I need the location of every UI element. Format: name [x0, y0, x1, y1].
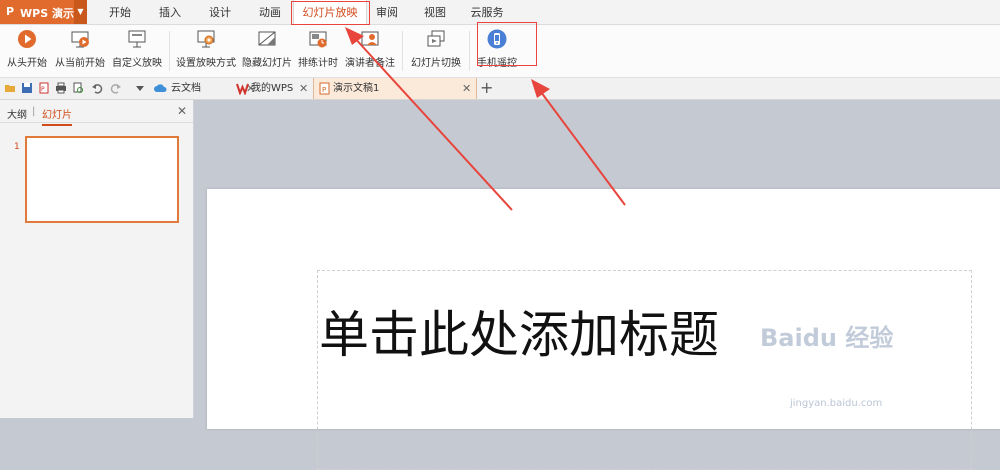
tab-home[interactable]: 开始: [97, 0, 143, 24]
slide-number: 1: [14, 142, 20, 152]
doc-tab-presentation[interactable]: P 演示文稿1 ✕: [313, 78, 477, 99]
wps-logo-icon: [236, 83, 249, 95]
slide-thumbnail[interactable]: [25, 136, 179, 223]
menu-bar: P WPS 演示 ▼ 开始 插入 设计 动画 幻灯片放映 审阅 视图 云服务: [0, 0, 1000, 25]
tab-cloud-service[interactable]: 云服务: [462, 0, 512, 24]
ribbon-label: 自定义放映: [112, 58, 162, 69]
slide-title[interactable]: 单击此处添加标题: [319, 295, 739, 367]
chevron-down-icon[interactable]: ▼: [74, 0, 87, 24]
print-preview-icon[interactable]: [72, 82, 84, 94]
setup-show-button[interactable]: 设置放映方式: [174, 25, 238, 75]
quick-access-bar: P 云文档 ✕ 我的WPS ✕ P 演示文稿1 ✕ +: [0, 78, 1000, 100]
ribbon-divider: [469, 31, 470, 71]
ribbon-divider: [169, 31, 170, 71]
slide-panel: 大纲 | 幻灯片 ✕ 1: [0, 100, 194, 418]
tab-review[interactable]: 审阅: [365, 0, 409, 24]
hide-slide-icon: [258, 31, 276, 46]
tab-animation[interactable]: 动画: [247, 0, 293, 24]
rehearse-timing-button[interactable]: 排练计时: [296, 25, 340, 75]
ribbon-label: 设置放映方式: [176, 58, 236, 69]
ribbon-label: 演讲者备注: [345, 58, 395, 69]
phone-remote-button[interactable]: 手机遥控: [474, 25, 520, 75]
save-icon[interactable]: [21, 82, 33, 94]
open-folder-icon[interactable]: [4, 82, 16, 94]
print-icon[interactable]: [55, 82, 67, 94]
tab-design[interactable]: 设计: [197, 0, 243, 24]
app-menu-button[interactable]: P WPS 演示 ▼: [0, 0, 87, 24]
ribbon-label: 手机遥控: [477, 58, 517, 69]
speaker-notes-button[interactable]: 演讲者备注: [343, 25, 397, 75]
close-icon[interactable]: ✕: [299, 78, 308, 99]
custom-show-icon: [128, 30, 146, 48]
doc-tab-my-wps[interactable]: 我的WPS ✕: [232, 78, 312, 99]
doc-tab-label: 演示文稿1: [333, 83, 380, 94]
tab-view[interactable]: 视图: [412, 0, 458, 24]
presentation-file-icon: P: [319, 82, 330, 95]
svg-text:P: P: [41, 86, 45, 93]
phone-remote-icon: [487, 29, 507, 49]
baidu-watermark: Baidu 经验: [760, 324, 894, 352]
ribbon-label: 从当前开始: [55, 58, 105, 69]
slide-transition-button[interactable]: 幻灯片切换: [408, 25, 464, 75]
doc-tab-label: 我的WPS: [251, 83, 294, 94]
rehearse-timing-icon: [309, 31, 327, 48]
tab-slides[interactable]: 幻灯片: [42, 106, 72, 126]
redo-icon[interactable]: [110, 82, 122, 94]
tab-outline[interactable]: 大纲: [7, 106, 27, 121]
tab-slideshow[interactable]: 幻灯片放映: [293, 0, 367, 25]
doc-tab-label: 云文档: [171, 83, 201, 94]
ribbon-toolbar: 从头开始 从当前开始 自定义放映 设置放映方式 隐藏幻灯片 排练计时 演讲者备注…: [0, 25, 1000, 78]
customize-dropdown-icon[interactable]: [134, 82, 146, 94]
slide-page[interactable]: 单击此处添加标题: [207, 189, 1000, 470]
hide-slide-button[interactable]: 隐藏幻灯片: [240, 25, 294, 75]
slide-canvas: 单击此处添加标题: [194, 100, 1000, 470]
wps-logo-icon: P: [6, 5, 15, 18]
slide-panel-header: 大纲 | 幻灯片 ✕: [0, 100, 193, 126]
play-current-icon: [71, 31, 89, 48]
ribbon-divider: [402, 31, 403, 71]
ribbon-label: 排练计时: [298, 58, 338, 69]
undo-icon[interactable]: [91, 82, 103, 94]
slide-transition-icon: [427, 30, 445, 47]
setup-show-icon: [197, 30, 215, 48]
ribbon-label: 从头开始: [7, 58, 47, 69]
new-tab-plus-icon[interactable]: +: [480, 78, 493, 97]
ribbon-label: 隐藏幻灯片: [242, 58, 292, 69]
svg-text:P: P: [322, 86, 326, 94]
close-icon[interactable]: ✕: [177, 104, 187, 118]
tab-insert[interactable]: 插入: [148, 0, 192, 24]
ribbon-label: 幻灯片切换: [411, 58, 461, 69]
app-name: WPS 演示: [20, 7, 74, 20]
start-from-beginning-button[interactable]: 从头开始: [4, 25, 50, 75]
export-pdf-icon[interactable]: P: [38, 82, 50, 94]
baidu-watermark-url: jingyan.baidu.com: [790, 398, 883, 409]
custom-show-button[interactable]: 自定义放映: [110, 25, 164, 75]
speaker-notes-icon: [361, 31, 379, 46]
tab-divider: |: [32, 106, 36, 117]
cloud-doc-icon: [154, 84, 167, 92]
close-icon[interactable]: ✕: [462, 78, 471, 99]
play-icon: [18, 30, 36, 48]
start-from-current-button[interactable]: 从当前开始: [53, 25, 107, 75]
